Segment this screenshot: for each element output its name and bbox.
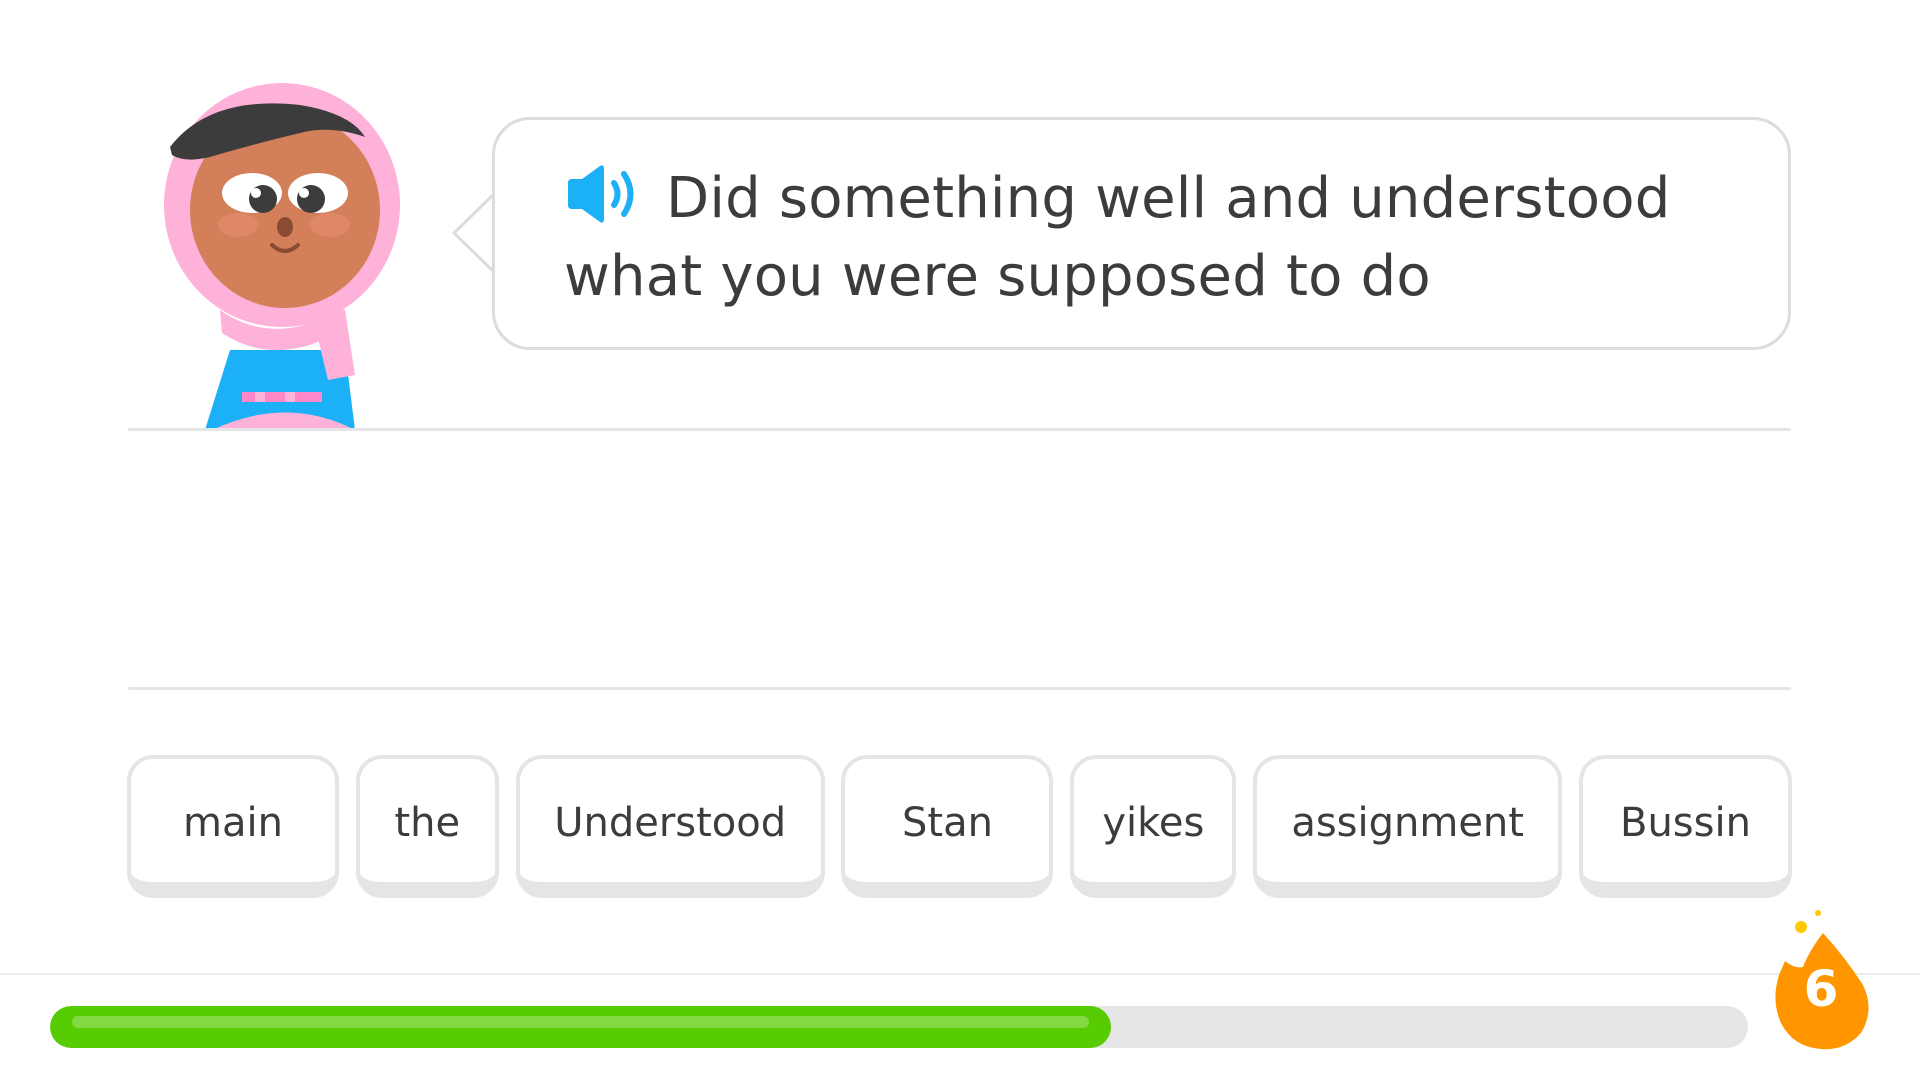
word-tile[interactable]: Bussin xyxy=(1578,755,1792,898)
word-tile-label: yikes xyxy=(1102,799,1205,846)
progress-bar-highlight xyxy=(72,1016,1090,1028)
footer-divider xyxy=(0,973,1920,975)
progress-bar-fill xyxy=(50,1006,1112,1048)
prompt-text-container: Did something well and understood what y… xyxy=(564,160,1728,316)
answer-line-bottom xyxy=(128,687,1791,690)
speaker-icon[interactable] xyxy=(564,163,644,225)
word-tile-label: the xyxy=(394,799,461,846)
prompt-text: Did something well and understood what y… xyxy=(564,166,1671,309)
word-tile[interactable]: yikes xyxy=(1070,755,1237,898)
word-bank: main the Understood Stan yikes assignmen… xyxy=(127,755,1792,898)
word-tile[interactable]: main xyxy=(127,755,339,898)
word-tile-label: Understood xyxy=(554,799,787,846)
character-avatar xyxy=(150,75,425,430)
word-tile-label: Stan xyxy=(902,799,993,846)
speech-bubble: Did something well and understood what y… xyxy=(492,117,1791,350)
answer-drop-area[interactable] xyxy=(128,431,1791,687)
word-tile-label: Bussin xyxy=(1620,799,1751,846)
streak-count: 6 xyxy=(1803,960,1839,1018)
progress-bar xyxy=(50,1006,1748,1048)
word-tile[interactable]: Understood xyxy=(515,755,825,898)
word-tile-label: main xyxy=(183,799,283,846)
word-tile[interactable]: assignment xyxy=(1253,755,1563,898)
word-tile[interactable]: the xyxy=(355,755,499,898)
word-tile[interactable]: Stan xyxy=(841,755,1054,898)
word-tile-label: assignment xyxy=(1291,799,1524,846)
